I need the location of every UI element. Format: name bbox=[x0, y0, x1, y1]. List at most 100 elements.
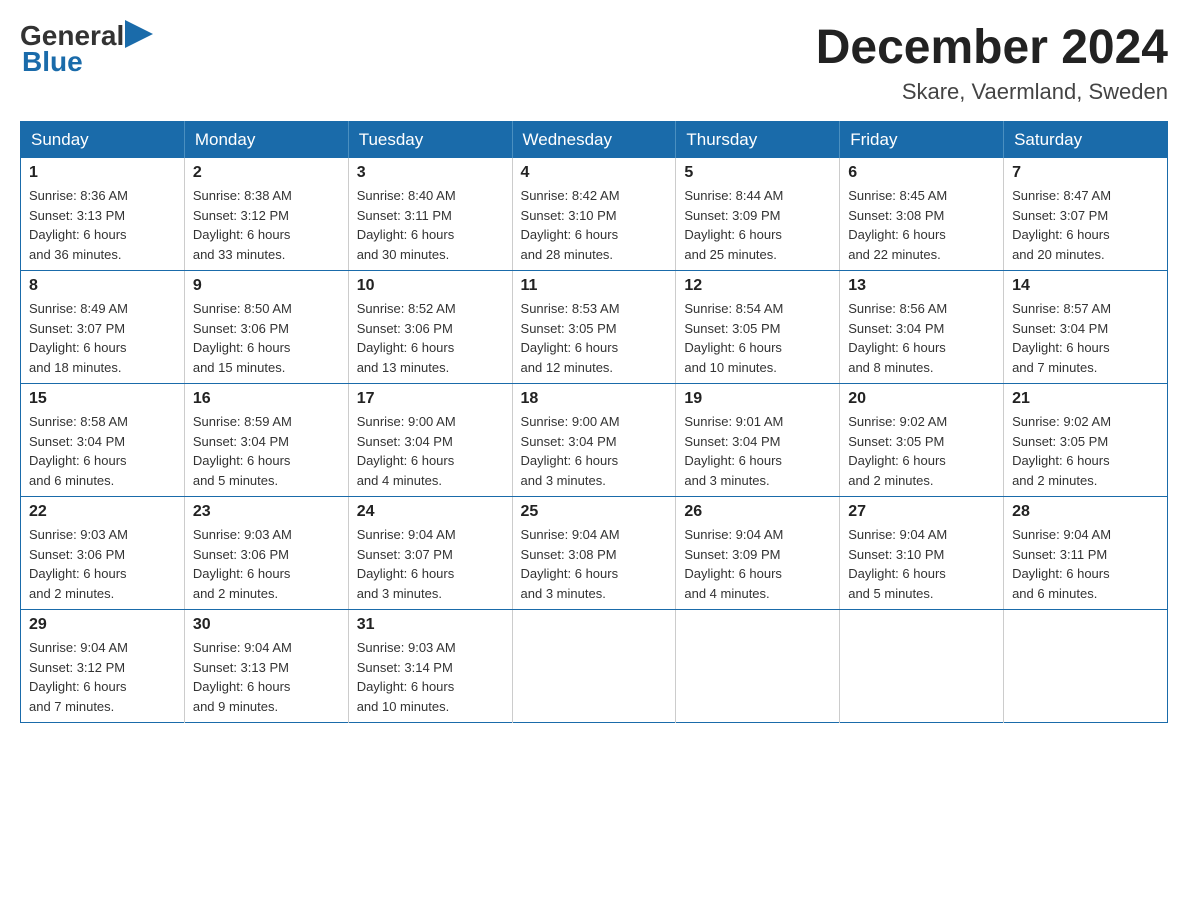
calendar-cell: 6 Sunrise: 8:45 AMSunset: 3:08 PMDaylight… bbox=[840, 158, 1004, 271]
day-number: 4 bbox=[521, 164, 668, 182]
calendar-cell: 4 Sunrise: 8:42 AMSunset: 3:10 PMDaylight… bbox=[512, 158, 676, 271]
day-number: 10 bbox=[357, 277, 504, 295]
calendar-week-row: 22Sunrise: 9:03 AMSunset: 3:06 PMDayligh… bbox=[21, 497, 1168, 610]
day-number: 23 bbox=[193, 503, 340, 521]
calendar-cell: 15Sunrise: 8:58 AMSunset: 3:04 PMDayligh… bbox=[21, 384, 185, 497]
day-info: Sunrise: 8:56 AMSunset: 3:04 PMDaylight:… bbox=[848, 299, 995, 377]
day-info: Sunrise: 8:52 AMSunset: 3:06 PMDaylight:… bbox=[357, 299, 504, 377]
calendar-cell: 19 Sunrise: 9:01 AMSunset: 3:04 PMDayligh… bbox=[676, 384, 840, 497]
day-number: 8 bbox=[29, 277, 176, 295]
day-number: 30 bbox=[193, 616, 340, 634]
day-number: 24 bbox=[357, 503, 504, 521]
logo-arrow-icon bbox=[125, 20, 153, 48]
day-info: Sunrise: 8:49 AMSunset: 3:07 PMDaylight:… bbox=[29, 299, 176, 377]
day-number: 2 bbox=[193, 164, 340, 182]
day-info: Sunrise: 8:44 AMSunset: 3:09 PMDaylight:… bbox=[684, 186, 831, 264]
day-info: Sunrise: 9:01 AMSunset: 3:04 PMDaylight:… bbox=[684, 412, 831, 490]
day-info: Sunrise: 8:36 AMSunset: 3:13 PMDaylight:… bbox=[29, 186, 176, 264]
calendar-week-row: 29Sunrise: 9:04 AMSunset: 3:12 PMDayligh… bbox=[21, 610, 1168, 723]
day-info: Sunrise: 9:00 AMSunset: 3:04 PMDaylight:… bbox=[357, 412, 504, 490]
day-number: 14 bbox=[1012, 277, 1159, 295]
calendar-header-row: SundayMondayTuesdayWednesdayThursdayFrid… bbox=[21, 122, 1168, 159]
day-info: Sunrise: 9:04 AMSunset: 3:07 PMDaylight:… bbox=[357, 525, 504, 603]
calendar-cell: 2 Sunrise: 8:38 AMSunset: 3:12 PMDaylight… bbox=[184, 158, 348, 271]
day-info: Sunrise: 8:38 AMSunset: 3:12 PMDaylight:… bbox=[193, 186, 340, 264]
calendar-cell: 9Sunrise: 8:50 AMSunset: 3:06 PMDaylight… bbox=[184, 271, 348, 384]
day-number: 11 bbox=[521, 277, 668, 295]
day-number: 28 bbox=[1012, 503, 1159, 521]
calendar-cell: 1Sunrise: 8:36 AMSunset: 3:13 PMDaylight… bbox=[21, 158, 185, 271]
title-block: December 2024 Skare, Vaermland, Sweden bbox=[816, 20, 1168, 105]
month-title: December 2024 bbox=[816, 20, 1168, 75]
day-info: Sunrise: 8:45 AMSunset: 3:08 PMDaylight:… bbox=[848, 186, 995, 264]
day-info: Sunrise: 9:03 AMSunset: 3:06 PMDaylight:… bbox=[193, 525, 340, 603]
day-info: Sunrise: 8:42 AMSunset: 3:10 PMDaylight:… bbox=[521, 186, 668, 264]
day-number: 16 bbox=[193, 390, 340, 408]
calendar-cell bbox=[512, 610, 676, 723]
day-number: 6 bbox=[848, 164, 995, 182]
calendar-cell: 25 Sunrise: 9:04 AMSunset: 3:08 PMDayligh… bbox=[512, 497, 676, 610]
calendar-header-wednesday: Wednesday bbox=[512, 122, 676, 159]
day-info: Sunrise: 8:54 AMSunset: 3:05 PMDaylight:… bbox=[684, 299, 831, 377]
calendar-header-tuesday: Tuesday bbox=[348, 122, 512, 159]
calendar-cell: 8 Sunrise: 8:49 AMSunset: 3:07 PMDaylight… bbox=[21, 271, 185, 384]
calendar-week-row: 1Sunrise: 8:36 AMSunset: 3:13 PMDaylight… bbox=[21, 158, 1168, 271]
calendar-cell: 17 Sunrise: 9:00 AMSunset: 3:04 PMDayligh… bbox=[348, 384, 512, 497]
day-number: 25 bbox=[521, 503, 668, 521]
calendar-table: SundayMondayTuesdayWednesdayThursdayFrid… bbox=[20, 121, 1168, 723]
calendar-header-sunday: Sunday bbox=[21, 122, 185, 159]
day-info: Sunrise: 9:04 AMSunset: 3:09 PMDaylight:… bbox=[684, 525, 831, 603]
day-info: Sunrise: 9:04 AMSunset: 3:10 PMDaylight:… bbox=[848, 525, 995, 603]
day-number: 29 bbox=[29, 616, 176, 634]
day-number: 12 bbox=[684, 277, 831, 295]
calendar-cell: 11 Sunrise: 8:53 AMSunset: 3:05 PMDayligh… bbox=[512, 271, 676, 384]
day-info: Sunrise: 9:04 AMSunset: 3:08 PMDaylight:… bbox=[521, 525, 668, 603]
calendar-cell: 22Sunrise: 9:03 AMSunset: 3:06 PMDayligh… bbox=[21, 497, 185, 610]
day-info: Sunrise: 9:03 AMSunset: 3:06 PMDaylight:… bbox=[29, 525, 176, 603]
calendar-cell: 21Sunrise: 9:02 AMSunset: 3:05 PMDayligh… bbox=[1004, 384, 1168, 497]
calendar-cell: 23 Sunrise: 9:03 AMSunset: 3:06 PMDayligh… bbox=[184, 497, 348, 610]
day-info: Sunrise: 8:50 AMSunset: 3:06 PMDaylight:… bbox=[193, 299, 340, 377]
day-number: 26 bbox=[684, 503, 831, 521]
calendar-cell: 26 Sunrise: 9:04 AMSunset: 3:09 PMDayligh… bbox=[676, 497, 840, 610]
day-info: Sunrise: 8:58 AMSunset: 3:04 PMDaylight:… bbox=[29, 412, 176, 490]
day-number: 17 bbox=[357, 390, 504, 408]
calendar-cell: 30 Sunrise: 9:04 AMSunset: 3:13 PMDayligh… bbox=[184, 610, 348, 723]
calendar-cell bbox=[840, 610, 1004, 723]
day-info: Sunrise: 8:53 AMSunset: 3:05 PMDaylight:… bbox=[521, 299, 668, 377]
calendar-cell: 13 Sunrise: 8:56 AMSunset: 3:04 PMDayligh… bbox=[840, 271, 1004, 384]
day-info: Sunrise: 9:03 AMSunset: 3:14 PMDaylight:… bbox=[357, 638, 504, 716]
calendar-cell: 28 Sunrise: 9:04 AMSunset: 3:11 PMDayligh… bbox=[1004, 497, 1168, 610]
day-number: 13 bbox=[848, 277, 995, 295]
day-number: 31 bbox=[357, 616, 504, 634]
calendar-cell: 24 Sunrise: 9:04 AMSunset: 3:07 PMDayligh… bbox=[348, 497, 512, 610]
calendar-cell: 18Sunrise: 9:00 AMSunset: 3:04 PMDayligh… bbox=[512, 384, 676, 497]
calendar-cell bbox=[676, 610, 840, 723]
calendar-cell: 16 Sunrise: 8:59 AMSunset: 3:04 PMDayligh… bbox=[184, 384, 348, 497]
day-number: 3 bbox=[357, 164, 504, 182]
location-title: Skare, Vaermland, Sweden bbox=[816, 79, 1168, 105]
day-info: Sunrise: 8:59 AMSunset: 3:04 PMDaylight:… bbox=[193, 412, 340, 490]
calendar-header-friday: Friday bbox=[840, 122, 1004, 159]
calendar-cell: 5 Sunrise: 8:44 AMSunset: 3:09 PMDaylight… bbox=[676, 158, 840, 271]
day-number: 5 bbox=[684, 164, 831, 182]
calendar-body: 1Sunrise: 8:36 AMSunset: 3:13 PMDaylight… bbox=[21, 158, 1168, 723]
day-info: Sunrise: 8:40 AMSunset: 3:11 PMDaylight:… bbox=[357, 186, 504, 264]
calendar-header-thursday: Thursday bbox=[676, 122, 840, 159]
day-info: Sunrise: 9:04 AMSunset: 3:13 PMDaylight:… bbox=[193, 638, 340, 716]
logo: General Blue bbox=[20, 20, 153, 78]
calendar-header-monday: Monday bbox=[184, 122, 348, 159]
page-header: General Blue December 2024 Skare, Vaerml… bbox=[20, 20, 1168, 105]
day-number: 7 bbox=[1012, 164, 1159, 182]
day-number: 20 bbox=[848, 390, 995, 408]
calendar-cell: 10 Sunrise: 8:52 AMSunset: 3:06 PMDayligh… bbox=[348, 271, 512, 384]
day-number: 19 bbox=[684, 390, 831, 408]
calendar-cell: 3 Sunrise: 8:40 AMSunset: 3:11 PMDaylight… bbox=[348, 158, 512, 271]
calendar-cell bbox=[1004, 610, 1168, 723]
logo-blue-text: Blue bbox=[22, 46, 83, 78]
day-number: 18 bbox=[521, 390, 668, 408]
calendar-header-saturday: Saturday bbox=[1004, 122, 1168, 159]
calendar-cell: 29Sunrise: 9:04 AMSunset: 3:12 PMDayligh… bbox=[21, 610, 185, 723]
calendar-cell: 27Sunrise: 9:04 AMSunset: 3:10 PMDayligh… bbox=[840, 497, 1004, 610]
day-info: Sunrise: 9:04 AMSunset: 3:11 PMDaylight:… bbox=[1012, 525, 1159, 603]
